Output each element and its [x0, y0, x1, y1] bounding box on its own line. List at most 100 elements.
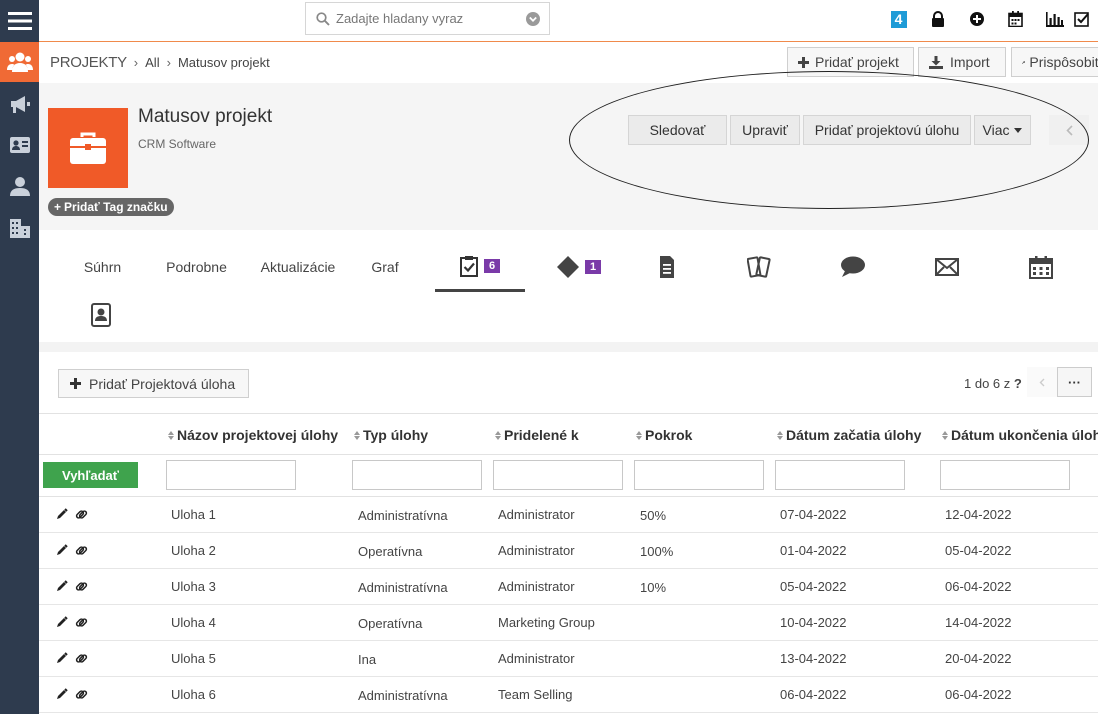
plus-icon: +: [54, 200, 62, 214]
sort-icon: [777, 430, 783, 440]
search-placeholder[interactable]: Zadajte hladany vyraz: [336, 11, 526, 26]
link-icon[interactable]: [75, 580, 88, 593]
bar-chart-icon[interactable]: [1035, 0, 1074, 38]
cell-name[interactable]: Uloha 3: [171, 579, 216, 594]
record-tabs: Súhrn Podrobne Aktualizácie Graf 6 1: [39, 242, 1098, 342]
column-header-end-date[interactable]: Dátum ukončenia úlohy: [942, 427, 1098, 443]
sidebar-item-contacts[interactable]: [0, 125, 39, 165]
row-actions: [56, 652, 88, 665]
sidebar-item-projects[interactable]: [0, 42, 39, 82]
filter-start-date-input[interactable]: [775, 460, 905, 490]
cell-assigned: Administrator: [498, 543, 575, 558]
cell-name[interactable]: Uloha 6: [171, 687, 216, 702]
project-tasks-panel: Pridať Projektová úloha 1 do 6 z ? ··· N…: [39, 352, 1098, 714]
chevron-right-icon: ›: [133, 55, 139, 70]
address-book-icon: [91, 303, 111, 327]
total-count-unknown[interactable]: ?: [1014, 376, 1022, 391]
tab-emails[interactable]: [925, 242, 969, 292]
cell-name[interactable]: Uloha 1: [171, 507, 216, 522]
breadcrumb-root[interactable]: Projekty: [50, 54, 127, 71]
tab-milestones[interactable]: 1: [544, 242, 614, 292]
filter-end-date-input[interactable]: [940, 460, 1070, 490]
table-row[interactable]: Uloha 6 Administratívna Team Selling 06-…: [39, 677, 1098, 713]
pencil-icon[interactable]: [56, 688, 68, 700]
previous-page-button[interactable]: [1027, 367, 1057, 397]
tab-chart[interactable]: Graf: [361, 242, 409, 292]
tab-details[interactable]: Podrobne: [159, 242, 234, 292]
left-sidebar: [0, 0, 39, 714]
tab-contact-book[interactable]: [79, 290, 123, 340]
list-options-button[interactable]: ···: [1057, 367, 1092, 397]
link-icon[interactable]: [75, 652, 88, 665]
cell-progress: 50%: [640, 508, 667, 523]
tab-summary[interactable]: Súhrn: [75, 242, 130, 292]
add-project-task-list-button[interactable]: Pridať Projektová úloha: [58, 369, 250, 398]
checkbox-icon[interactable]: [1074, 0, 1098, 38]
menu-icon[interactable]: [0, 0, 39, 41]
sort-icon: [942, 430, 948, 440]
tab-project-tasks[interactable]: 6: [435, 242, 525, 292]
cell-name[interactable]: Uloha 5: [171, 651, 216, 666]
search-button[interactable]: Vyhľadať: [43, 462, 138, 488]
column-header-type[interactable]: Typ úlohy: [354, 427, 428, 443]
filter-type-input[interactable]: [352, 460, 482, 490]
plus-icon: [798, 56, 809, 68]
tab-tickets[interactable]: [737, 242, 781, 292]
table-row[interactable]: Uloha 1 Administratívna Administrator 50…: [39, 497, 1098, 533]
column-header-start-date[interactable]: Dátum začatia úlohy: [777, 427, 921, 443]
envelope-icon: [935, 258, 959, 276]
tab-calendar[interactable]: [1019, 242, 1063, 292]
table-row[interactable]: Uloha 4 Operatívna Marketing Group 10-04…: [39, 605, 1098, 641]
sort-icon: [636, 430, 642, 440]
pencil-icon[interactable]: [56, 580, 68, 592]
column-header-assigned[interactable]: Pridelené k: [495, 427, 579, 443]
calendar-icon[interactable]: [996, 0, 1035, 38]
cell-start-date: 07-04-2022: [780, 507, 847, 522]
sidebar-item-person[interactable]: [0, 166, 39, 206]
link-icon[interactable]: [75, 508, 88, 521]
contact-card-icon: [9, 137, 30, 153]
cell-name[interactable]: Uloha 4: [171, 615, 216, 630]
column-header-progress[interactable]: Pokrok: [636, 427, 692, 443]
customize-button[interactable]: Prispôsobiť: [1011, 47, 1098, 77]
tab-updates[interactable]: Aktualizácie: [253, 242, 343, 292]
breadcrumb-all[interactable]: All: [145, 55, 159, 70]
cell-assigned: Administrator: [498, 579, 575, 594]
users-icon: [6, 52, 33, 72]
cell-type: Operatívna: [358, 544, 423, 559]
lock-icon[interactable]: [918, 0, 957, 38]
user-icon: [9, 177, 30, 196]
cell-end-date: 06-04-2022: [945, 579, 1012, 594]
filter-progress-input[interactable]: [634, 460, 764, 490]
pencil-icon[interactable]: [56, 616, 68, 628]
tab-comments[interactable]: [831, 242, 875, 292]
plus-circle-icon[interactable]: [957, 0, 996, 38]
filter-name-input[interactable]: [166, 460, 296, 490]
link-icon[interactable]: [75, 544, 88, 557]
import-button[interactable]: Import: [918, 47, 1006, 77]
column-header-name[interactable]: Názov projektovej úlohy: [168, 427, 338, 443]
global-search[interactable]: Zadajte hladany vyraz: [305, 2, 550, 35]
link-icon[interactable]: [75, 688, 88, 701]
add-tag-button[interactable]: + Pridať Tag značku: [48, 198, 174, 216]
cell-name[interactable]: Uloha 2: [171, 543, 216, 558]
annotation-ellipse: [569, 71, 1089, 209]
filter-row: Vyhľadať: [39, 455, 1098, 497]
table-row[interactable]: Uloha 2 Operatívna Administrator 100% 01…: [39, 533, 1098, 569]
sidebar-item-campaigns[interactable]: [0, 84, 39, 124]
filter-assigned-input[interactable]: [493, 460, 623, 490]
chevron-down-icon[interactable]: [526, 11, 540, 26]
table-row[interactable]: Uloha 3 Administratívna Administrator 10…: [39, 569, 1098, 605]
pencil-icon[interactable]: [56, 508, 68, 520]
table-row[interactable]: Uloha 5 Ina Administrator 13-04-2022 20-…: [39, 641, 1098, 677]
sidebar-item-organizations[interactable]: [0, 208, 39, 248]
link-icon[interactable]: [75, 616, 88, 629]
pagination-info: 1 do 6 z ?: [964, 376, 1022, 391]
badge-4-icon[interactable]: 4: [879, 0, 918, 38]
tab-documents[interactable]: [644, 242, 688, 292]
tasks-count-badge: 6: [483, 258, 501, 273]
row-actions: [56, 580, 88, 593]
cell-assigned: Team Selling: [498, 687, 573, 702]
pencil-icon[interactable]: [56, 652, 68, 664]
pencil-icon[interactable]: [56, 544, 68, 556]
